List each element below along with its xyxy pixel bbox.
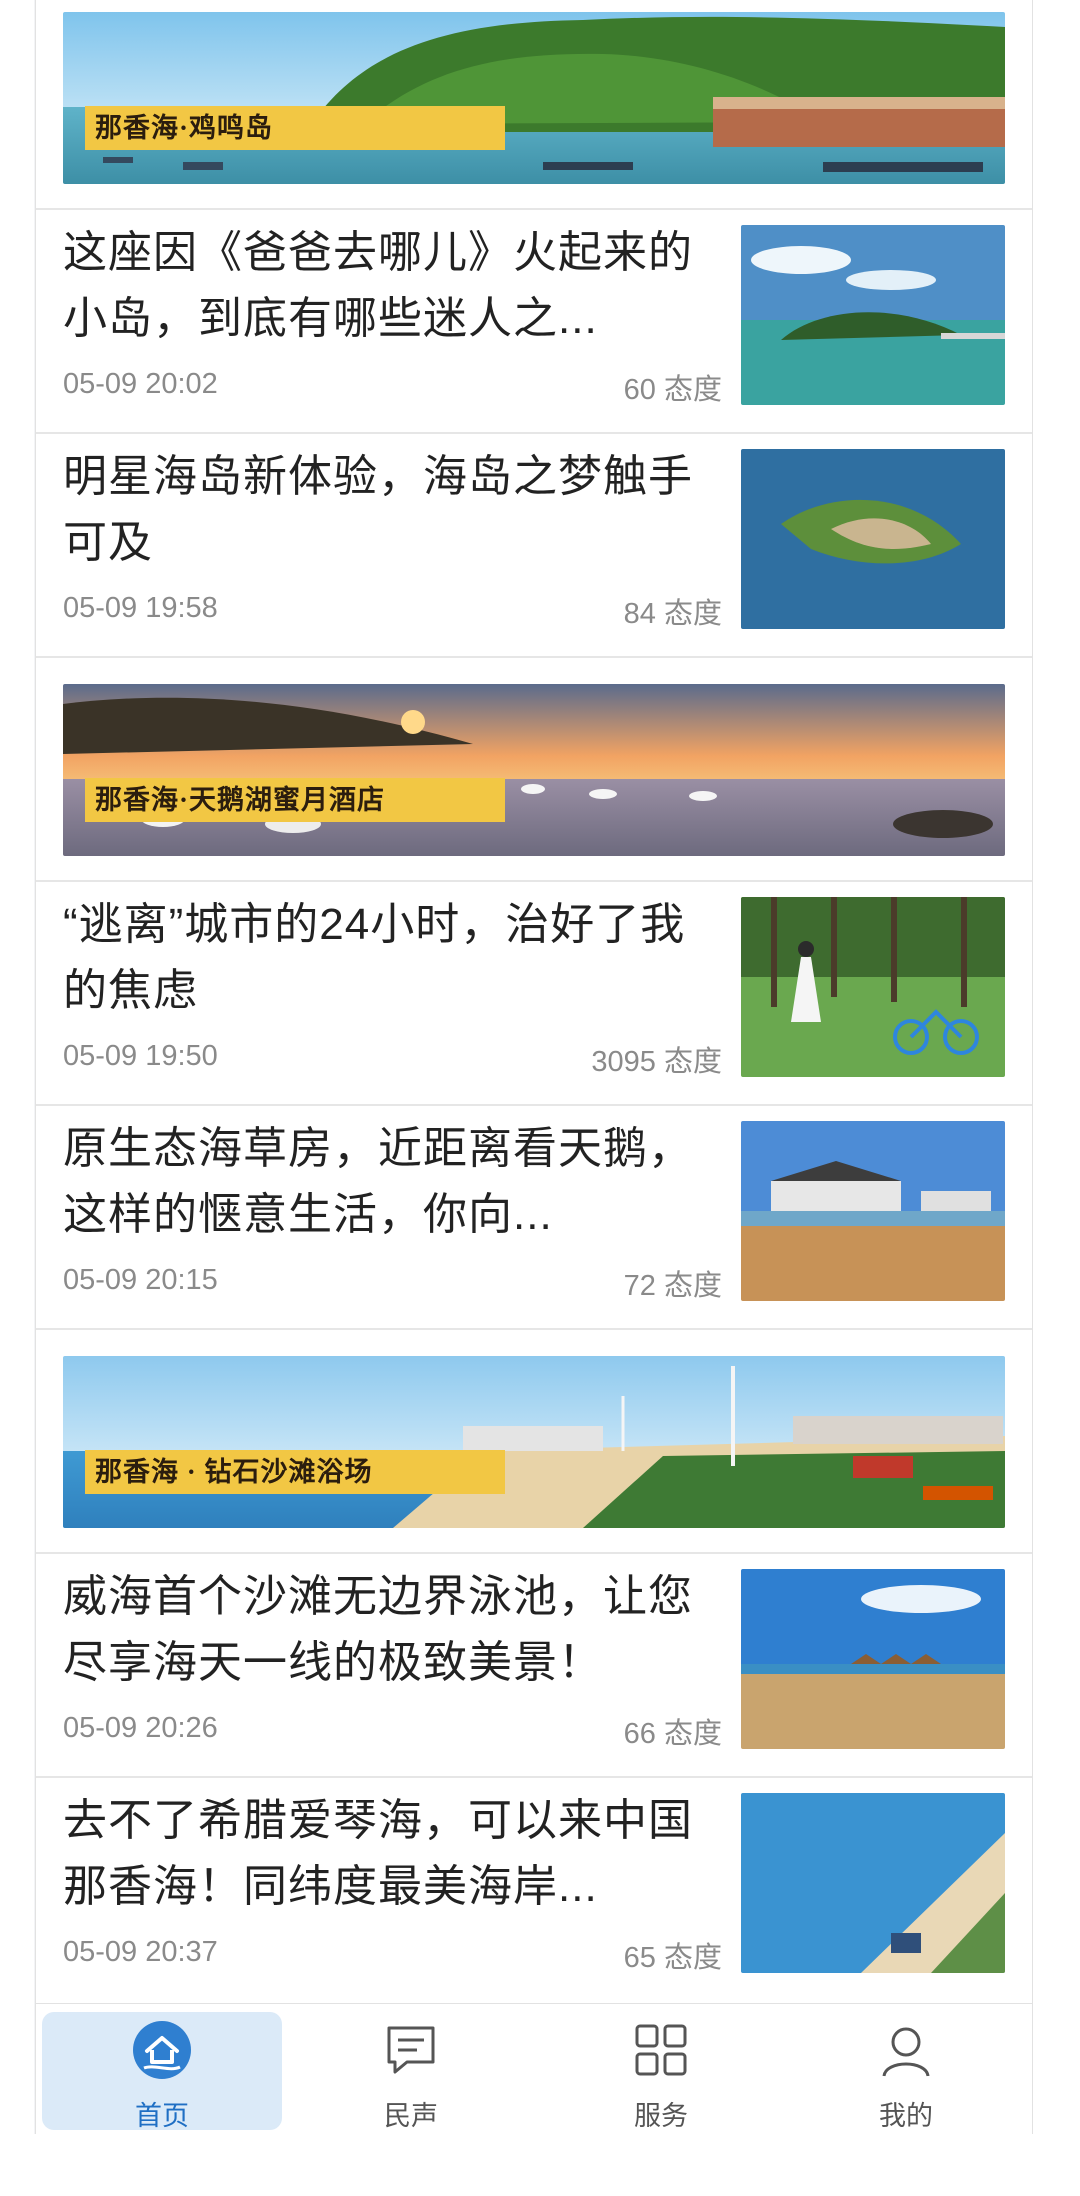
- article-thumbnail[interactable]: [741, 449, 1005, 629]
- beach-resort-image: [393, 1366, 1005, 1528]
- article-card[interactable]: 威海首个沙滩无边界泳池，让您尽享海天一线的极致美景！ 05-09 20:26 6…: [36, 1554, 1032, 1776]
- island-scenery-image: [103, 16, 1005, 172]
- article-card[interactable]: “逃离”城市的24小时，治好了我的焦虑 05-09 19:50 3095 态度: [36, 882, 1032, 1104]
- sunset-swans-image: [63, 697, 993, 838]
- aerial-island-image: [741, 449, 1005, 629]
- article-attitude-count: 3095 态度: [591, 1046, 722, 1078]
- forest-bicycle-image: [741, 897, 1005, 1077]
- divider: [36, 1328, 1032, 1330]
- article-title[interactable]: 这座因《爸爸去哪儿》火起来的小岛，到底有哪些迷人之...: [63, 220, 723, 352]
- left-margin: [0, 0, 34, 2196]
- article-time: 05-09 19:58: [63, 592, 218, 624]
- banner-diamond-beach[interactable]: 那香海 · 钻石沙滩浴场: [63, 1356, 1005, 1528]
- bottom-spacer: [0, 2134, 1080, 2196]
- tab-label: 民声: [384, 2101, 438, 2131]
- article-card[interactable]: 去不了希腊爱琴海，可以来中国那香海！同纬度最美海岸... 05-09 20:37…: [36, 1778, 1032, 2000]
- app-screen: 那香海·鸡鸣岛 这座因《爸爸去哪儿》火起来的小岛，到底有哪些迷人之... 05-…: [0, 0, 1080, 2196]
- article-time: 05-09 19:50: [63, 1040, 218, 1072]
- article-title[interactable]: “逃离”城市的24小时，治好了我的焦虑: [63, 892, 723, 1024]
- home-icon: [133, 2021, 191, 2079]
- article-thumbnail[interactable]: [741, 225, 1005, 405]
- article-card[interactable]: 明星海岛新体验，海岛之梦触手可及 05-09 19:58 84 态度: [36, 434, 1032, 656]
- aerial-beach-image: [741, 1793, 1005, 1973]
- banner-jimingdao[interactable]: 那香海·鸡鸣岛: [63, 12, 1005, 184]
- article-time: 05-09 20:26: [63, 1712, 218, 1744]
- banner-label: 那香海 · 钻石沙滩浴场: [85, 1450, 505, 1494]
- article-attitude-count: 66 态度: [623, 1718, 722, 1750]
- article-attitude-count: 84 态度: [623, 598, 722, 630]
- banner-swan-lake[interactable]: 那香海·天鹅湖蜜月酒店: [63, 684, 1005, 856]
- tab-mine[interactable]: 我的: [786, 2012, 1026, 2131]
- tab-label: 首页: [135, 2101, 189, 2131]
- article-time: 05-09 20:15: [63, 1264, 218, 1296]
- island-sea-image: [741, 225, 1005, 405]
- right-margin: [1032, 0, 1080, 2196]
- user-icon: [882, 2027, 930, 2077]
- beach-umbrellas-image: [741, 1569, 1005, 1749]
- article-title[interactable]: 去不了希腊爱琴海，可以来中国那香海！同纬度最美海岸...: [63, 1788, 723, 1920]
- bottom-tab-bar: 首页 民声 服务 我的: [35, 2003, 1033, 2135]
- article-attitude-count: 72 态度: [623, 1270, 722, 1302]
- article-time: 05-09 20:02: [63, 368, 218, 400]
- news-feed[interactable]: 那香海·鸡鸣岛 这座因《爸爸去哪儿》火起来的小岛，到底有哪些迷人之... 05-…: [35, 0, 1033, 2003]
- article-time: 05-09 20:37: [63, 1936, 218, 1968]
- tab-home[interactable]: 首页: [42, 2012, 282, 2131]
- article-thumbnail[interactable]: [741, 1793, 1005, 1973]
- tab-minsheng[interactable]: 民声: [291, 2012, 531, 2131]
- article-attitude-count: 65 态度: [623, 1942, 722, 1974]
- article-title[interactable]: 明星海岛新体验，海岛之梦触手可及: [63, 444, 723, 576]
- divider: [36, 656, 1032, 658]
- tab-services[interactable]: 服务: [541, 2012, 781, 2131]
- message-icon: [387, 2026, 435, 2074]
- article-title[interactable]: 原生态海草房，近距离看天鹅，这样的惬意生活，你向...: [63, 1116, 723, 1248]
- banner-label: 那香海·天鹅湖蜜月酒店: [85, 778, 505, 822]
- article-card[interactable]: 原生态海草房，近距离看天鹅，这样的惬意生活，你向... 05-09 20:15 …: [36, 1106, 1032, 1328]
- article-thumbnail[interactable]: [741, 1569, 1005, 1749]
- article-attitude-count: 60 态度: [623, 374, 722, 406]
- reed-house-image: [741, 1121, 1005, 1301]
- tab-label: 我的: [879, 2101, 933, 2131]
- article-thumbnail[interactable]: [741, 1121, 1005, 1301]
- tab-label: 服务: [634, 2101, 688, 2131]
- article-card[interactable]: 这座因《爸爸去哪儿》火起来的小岛，到底有哪些迷人之... 05-09 20:02…: [36, 210, 1032, 432]
- grid-icon: [635, 2024, 687, 2076]
- banner-label: 那香海·鸡鸣岛: [85, 106, 505, 150]
- article-title[interactable]: 威海首个沙滩无边界泳池，让您尽享海天一线的极致美景！: [63, 1564, 723, 1696]
- article-thumbnail[interactable]: [741, 897, 1005, 1077]
